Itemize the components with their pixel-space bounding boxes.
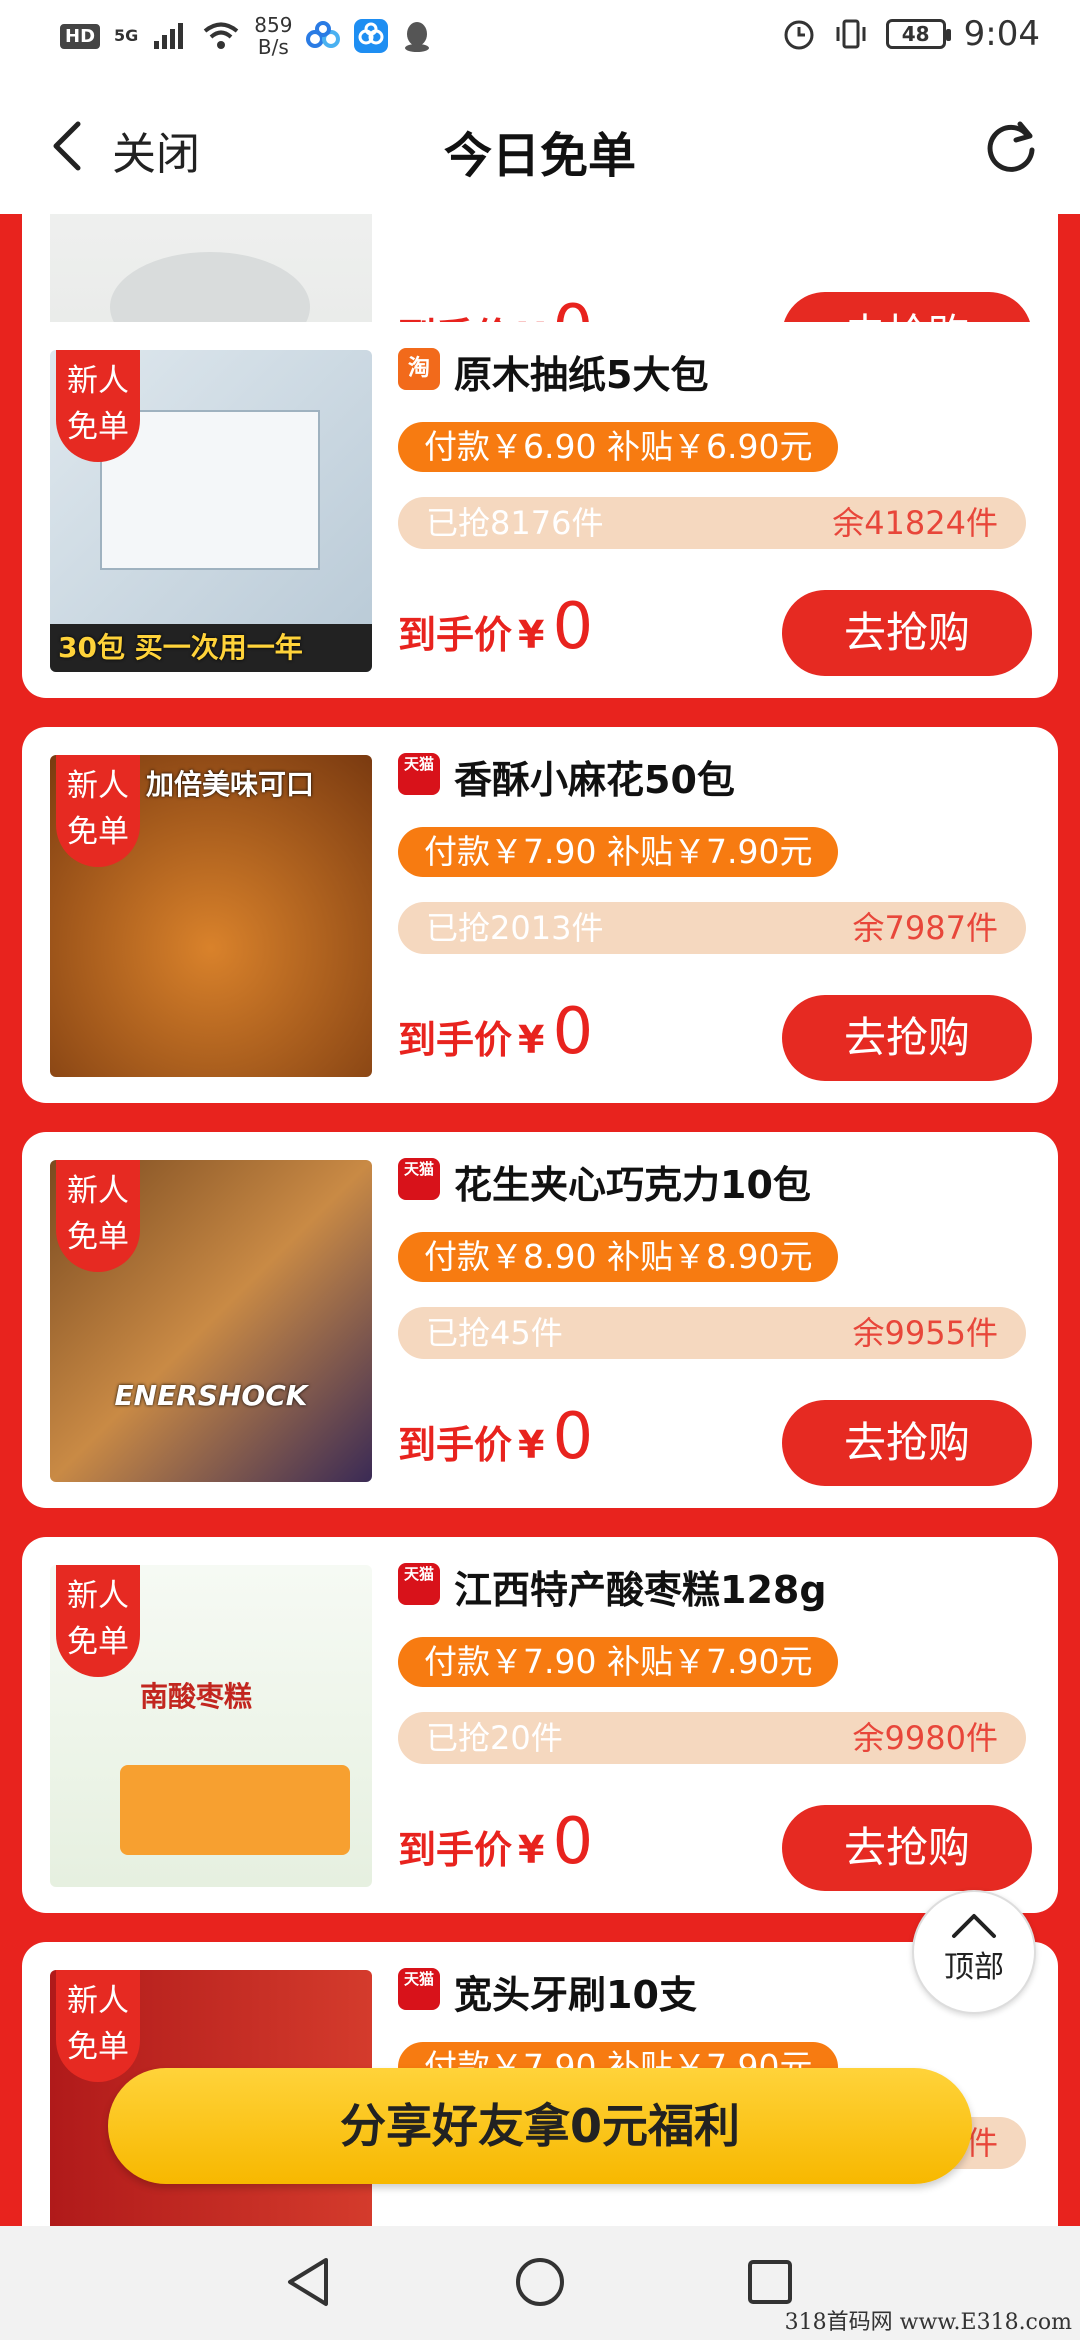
sold-count: 已抢45件 — [426, 1314, 563, 1352]
newbie-free-badge: 新人 免单 — [56, 1970, 140, 2082]
grab-button[interactable]: 去抢购 — [782, 995, 1032, 1081]
back-to-top-button[interactable]: 顶部 — [912, 1890, 1036, 2014]
remaining-count: 余9980件 — [852, 1719, 998, 1757]
newbie-free-badge: 新人 免单 — [56, 1160, 140, 1272]
grab-button[interactable]: 去抢购 — [782, 1805, 1032, 1891]
tmall-icon: 天猫 — [398, 1158, 440, 1200]
newbie-free-badge: 新人 免单 — [56, 755, 140, 867]
tmall-icon: 天猫 — [398, 1563, 440, 1605]
grab-button[interactable]: 去抢购 — [782, 1400, 1032, 1486]
sold-count: 已抢8176件 — [426, 504, 604, 542]
payment-subsidy: 付款￥6.90 补贴￥6.90元 — [398, 422, 839, 472]
product-name: 宽头牙刷10支 — [454, 1973, 697, 2017]
stock-bar: 已抢45件 余9955件 — [398, 1307, 1026, 1359]
product-card[interactable]: 新人 免单 南酸枣糕 天猫 江西特产酸枣糕128g 付款￥7.90 补贴￥7.90… — [22, 1537, 1058, 1913]
product-image: 新人 免单 南酸枣糕 — [50, 1565, 372, 1887]
share-friends-button[interactable]: 分享好友拿0元福利 — [108, 2068, 972, 2184]
remaining-count: 余9955件 — [852, 1314, 998, 1352]
stock-bar: 已抢20件 余9980件 — [398, 1712, 1026, 1764]
newbie-free-badge: 新人 免单 — [56, 350, 140, 462]
product-card[interactable]: 新人 免单 ENERSHOCK 天猫 花生夹心巧克力10包 付款￥8.90 补贴￥… — [22, 1132, 1058, 1508]
product-name: 原木抽纸5大包 — [454, 353, 709, 397]
chevron-up-icon — [952, 1914, 996, 1938]
grab-button[interactable]: 去抢购 — [782, 590, 1032, 676]
battery-icon: 48 — [885, 19, 951, 49]
product-image: 新人 免单 加倍美味可口 — [50, 755, 372, 1077]
remaining-count: 余7987件 — [852, 909, 998, 947]
alarm-icon — [784, 20, 814, 50]
refresh-icon[interactable] — [982, 118, 1040, 176]
hd-icon: HD — [60, 23, 101, 49]
product-name: 香酥小麻花50包 — [454, 758, 735, 802]
page-title: 今日免单 — [443, 128, 636, 184]
stock-bar: 已抢2013件 余7987件 — [398, 902, 1026, 954]
final-price: 到手价 ¥ 0 — [398, 1805, 594, 1879]
stock-bar: 已抢8176件 余41824件 — [398, 497, 1026, 549]
back-to-top-label: 顶部 — [944, 1950, 1004, 1985]
title-bar: 关闭 今日免单 — [0, 78, 1080, 214]
product-card[interactable]: 新人 免单 加倍美味可口 天猫 香酥小麻花50包 付款￥7.90 补贴￥7.90元… — [22, 727, 1058, 1103]
vibrate-icon — [836, 19, 866, 49]
remaining-count: 余41824件 — [832, 504, 998, 542]
product-image: 新人 免单 ENERSHOCK — [50, 1160, 372, 1482]
payment-subsidy: 付款￥8.90 补贴￥8.90元 — [398, 1232, 839, 1282]
product-name: 江西特产酸枣糕128g — [454, 1568, 827, 1612]
product-name: 花生夹心巧克力10包 — [454, 1163, 811, 1207]
signal-icon — [154, 23, 184, 49]
watermark: 318首码网 www.E318.com — [784, 2310, 1072, 2335]
app-notification-icon — [306, 21, 341, 48]
final-price: 到手价 ¥ 0 — [398, 995, 594, 1069]
final-price: 到手价 ¥ 0 — [398, 1400, 594, 1474]
nav-recents-icon[interactable] — [740, 2252, 800, 2312]
nav-home-icon[interactable] — [510, 2252, 570, 2312]
sold-count: 已抢2013件 — [426, 909, 604, 947]
product-card[interactable]: 新人 免单 30包 买一次用一年 淘 原木抽纸5大包 付款￥6.90 补贴￥6.9… — [22, 322, 1058, 698]
app-notification-icon-2 — [354, 19, 389, 53]
taobao-icon: 淘 — [398, 348, 440, 390]
newbie-free-badge: 新人 免单 — [56, 1565, 140, 1677]
wifi-icon — [204, 22, 239, 49]
system-nav-bar: 318首码网 www.E318.com — [0, 2226, 1080, 2340]
net-speed: 859 B/s — [254, 13, 293, 59]
final-price: 到手价 ¥ 0 — [398, 590, 594, 664]
sold-count: 已抢20件 — [426, 1719, 563, 1757]
payment-subsidy: 付款￥7.90 补贴￥7.90元 — [398, 827, 839, 877]
payment-subsidy: 付款￥7.90 补贴￥7.90元 — [398, 1637, 839, 1687]
status-bar: HD 5G 859 B/s 48 9:04 — [0, 0, 1080, 78]
network-type: 5G — [114, 26, 139, 45]
tmall-icon: 天猫 — [398, 753, 440, 795]
clock: 9:04 — [963, 14, 1040, 54]
qq-icon — [405, 22, 430, 52]
product-image: 新人 免单 30包 买一次用一年 — [50, 350, 372, 672]
tmall-icon: 天猫 — [398, 1968, 440, 2010]
nav-back-icon[interactable] — [280, 2252, 340, 2312]
